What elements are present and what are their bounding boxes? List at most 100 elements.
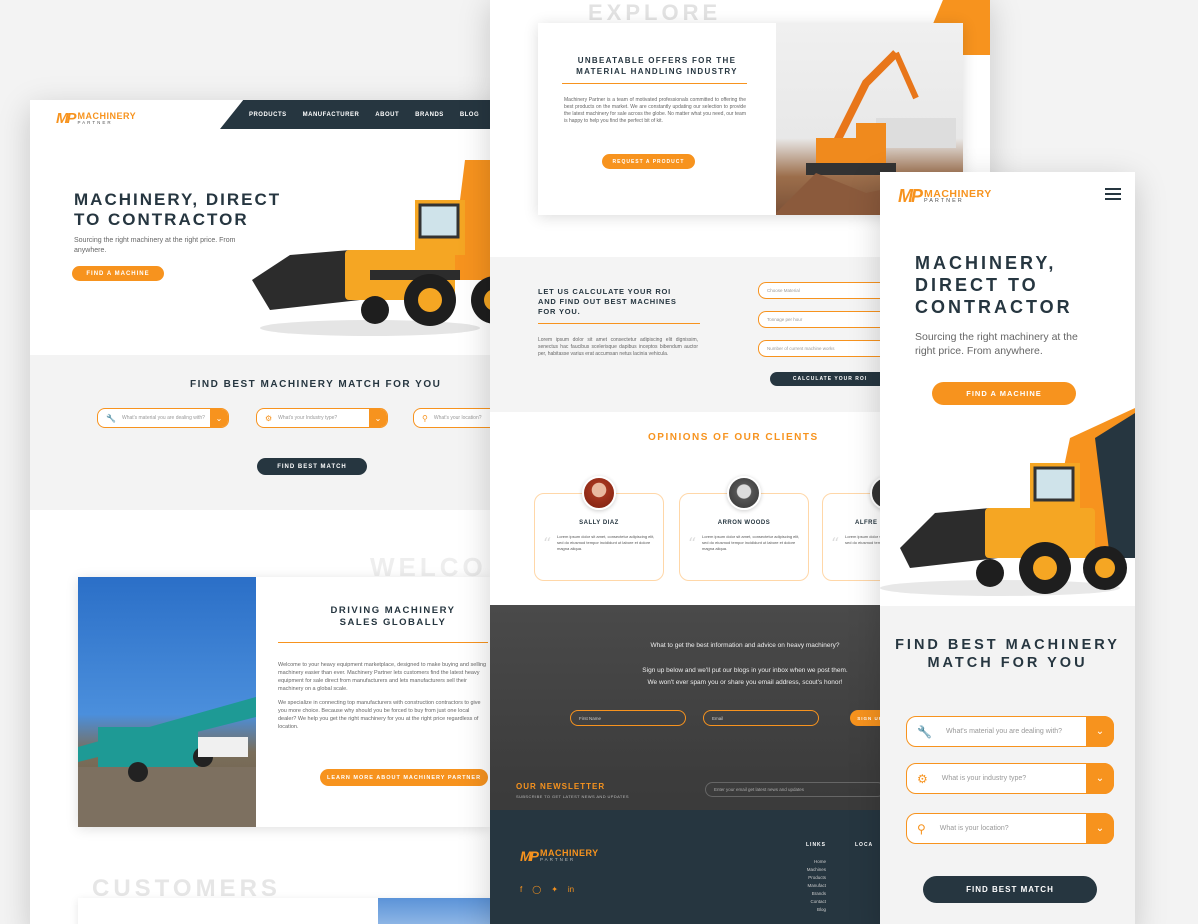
footer-link[interactable]: Manufact [806,882,826,890]
industry-select[interactable]: ⚙ What's your Industry type? ⌄ [256,408,388,428]
offer-title: UNBEATABLE OFFERS FOR THE MATERIAL HANDL… [576,56,738,76]
location-select-label: What is your location? [939,825,1009,832]
chevron-down-icon: ⌄ [1086,763,1114,794]
testimonial-quote: Lorem ipsum dolor sit amet, consectetur … [702,534,800,551]
newsletter-question: What to get the best information and adv… [650,642,840,649]
testimonial-name: ARRON WOODS [717,520,771,526]
brand-logo[interactable]: MP MACHINERY PARTNER [56,110,136,127]
screener-photo [78,577,256,827]
chevron-down-icon: ⌄ [369,409,387,427]
location-select[interactable]: ⚲ What's your location? [413,408,500,428]
newsletter-email-input[interactable]: Enter your email get latest news and upd… [705,782,885,797]
find-best-match-button[interactable]: FIND BEST MATCH [923,876,1097,903]
brand-logo[interactable]: MP MACHINERY PARTNER [898,186,992,207]
testimonial-card: ARRON WOODS “ Lorem ipsum dolor sit amet… [679,476,809,581]
facebook-icon[interactable]: f [520,885,522,894]
newsletter-heading: OUR NEWSLETTER [516,782,606,791]
hero-title: MACHINERY, DIRECT TO CONTRACTOR [915,253,1073,317]
desktop-home-mockup: MP MACHINERY PARTNER PRODUCTS MANUFACTUR… [30,100,500,924]
learn-more-button[interactable]: LEARN MORE ABOUT MACHINERY PARTNER [320,769,488,786]
avatar [727,476,761,510]
drive-description: Welcome to your heavy equipment marketpl… [278,661,488,731]
nav-manufacturer[interactable]: MANUFACTURER [303,112,360,118]
main-nav: PRODUCTS MANUFACTURER ABOUT BRANDS BLOG … [220,100,500,129]
wrench-icon: 🔧 [106,413,116,423]
find-best-match-button[interactable]: FIND BEST MATCH [257,458,367,475]
newsletter-subheading: SUBSCRIBE TO GET LATEST NEWS AND UPDATES [516,794,629,799]
quote-icon: “ [831,534,840,553]
footer-links: Home Machines Products Manufact Brands C… [806,858,826,914]
wrench-icon: 🔧 [917,724,932,739]
nav-blog[interactable]: BLOG [460,112,479,118]
location-select[interactable]: ⚲ What is your location? ⌄ [906,813,1114,844]
sky-photo [378,898,490,924]
footer-location-heading: LOCA [855,842,874,848]
find-machine-button[interactable]: FIND A MACHINE [72,266,164,281]
logo-sub: PARTNER [77,119,113,125]
customers-preview [78,898,490,924]
quote-icon: “ [688,534,697,553]
hero-subtitle: Sourcing the right machinery at the righ… [915,331,1078,357]
footer-link[interactable]: Machines [806,866,826,874]
hamburger-menu-icon[interactable] [1105,188,1121,200]
industry-select-label: What is your industry type? [941,775,1027,782]
instagram-icon[interactable]: ◯ [532,885,541,894]
footer-logo[interactable]: MP MACHINERY PARTNER [520,848,599,864]
quote-icon: “ [543,534,552,553]
first-name-input[interactable]: First Name [570,710,686,726]
divider [562,83,747,84]
driving-sales-section: DRIVING MACHINERY SALES GLOBALLY Welcome… [78,577,490,827]
mobile-home-mockup: MP MACHINERY PARTNER MACHINERY, DIRECT T… [880,172,1135,924]
chevron-down-icon: ⌄ [1086,716,1114,747]
footer-link[interactable]: Home [806,858,826,866]
machine-count-field[interactable]: Number of current machine works [758,340,888,357]
factory-icon: ⚙ [917,771,928,786]
material-field[interactable]: Choose Material [758,282,888,299]
chevron-down-icon: ⌄ [1086,813,1114,844]
opinions-title: OPINIONS OF OUR CLIENTS [648,432,819,443]
footer-link[interactable]: Contact [806,898,826,906]
logo-mark: MP [520,848,539,864]
material-select[interactable]: 🔧 What's material you are dealing with? … [906,716,1114,747]
match-section: FIND BEST MACHINERY MATCH FOR YOU 🔧 What… [880,606,1135,924]
roi-title: LET US CALCULATE YOUR ROI AND FIND OUT B… [538,287,677,316]
match-title: FIND BEST MACHINERY MATCH FOR YOU [895,637,1120,671]
match-section: FIND BEST MACHINERY MATCH FOR YOU 🔧 What… [30,355,500,510]
twitter-icon[interactable]: ✦ [551,885,558,894]
linkedin-icon[interactable]: in [568,885,574,894]
testimonial-name: SALLY DIAZ [579,520,619,526]
offer-description: Machinery Partner is a team of motivated… [564,97,746,124]
newsletter-line-2: Sign up below and we'll put our blogs in… [642,667,848,674]
nav-products[interactable]: PRODUCTS [249,112,287,118]
hero-subtitle: Sourcing the right machinery at the righ… [74,237,236,254]
location-pin-icon: ⚲ [917,821,926,836]
request-product-button[interactable]: REQUEST A PRODUCT [602,154,695,169]
testimonial-card: SALLY DIAZ “ Lorem ipsum dolor sit amet,… [534,476,664,581]
calculate-roi-button[interactable]: CALCULATE YOUR ROI [770,372,890,386]
avatar [582,476,616,510]
tonnage-field[interactable]: Tonnage per hour [758,311,888,328]
industry-select[interactable]: ⚙ What is your industry type? ⌄ [906,763,1114,794]
material-select[interactable]: 🔧 What's material you are dealing with? … [97,408,229,428]
logo-mark: MP [898,186,923,206]
chevron-down-icon: ⌄ [210,409,228,427]
divider [538,323,700,324]
footer-link[interactable]: Products [806,874,826,882]
factory-icon: ⚙ [265,413,273,423]
location-pin-icon: ⚲ [422,413,428,423]
nav-about[interactable]: ABOUT [375,112,399,118]
drive-paragraph-1: Welcome to your heavy equipment marketpl… [278,662,487,692]
wheel-loader-image [252,160,500,336]
footer-link[interactable]: Blog [806,906,826,914]
email-input[interactable]: Email [703,710,819,726]
material-select-label: What's material you are dealing with? [121,415,205,421]
divider [278,642,488,643]
find-machine-button[interactable]: FIND A MACHINE [932,382,1076,405]
nav-brands[interactable]: BRANDS [415,112,444,118]
footer-links-heading: LINKS [806,842,826,848]
footer-link[interactable]: Brands [806,890,826,898]
roi-description: Lorem ipsum dolor sit amet consectetur a… [538,337,698,357]
drive-title: DRIVING MACHINERY SALES GLOBALLY [330,605,456,628]
location-select-label: What's your location? [433,415,482,421]
social-links: f ◯ ✦ in [520,885,574,894]
